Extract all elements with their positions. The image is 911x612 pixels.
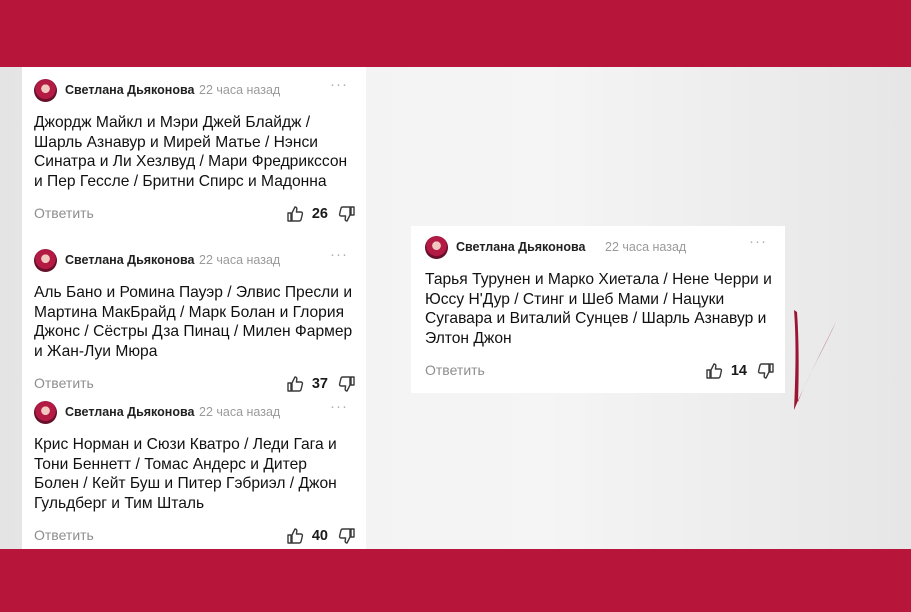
comment-footer: Ответить 37: [34, 372, 356, 396]
comment-text: Тарья Турунен и Марко Хиетала / Нене Чер…: [425, 271, 772, 348]
comment-text: Крис Норман и Сюзи Кватро / Леди Гага и …: [34, 436, 337, 513]
thumbs-down-icon[interactable]: [757, 362, 775, 380]
avatar[interactable]: [34, 249, 57, 272]
author-name[interactable]: Светлана Дьяконова: [456, 240, 585, 254]
avatar[interactable]: [425, 236, 448, 259]
reactions: 14: [705, 359, 775, 383]
thumbs-up-icon[interactable]: [286, 527, 304, 545]
comment-card-4: Светлана Дьяконова 22 часа назад ··· Тар…: [425, 233, 775, 383]
comment-header: Светлана Дьяконова 22 часа назад ···: [425, 233, 775, 262]
thumbs-down-icon[interactable]: [338, 527, 356, 545]
more-dots-icon[interactable]: ···: [330, 76, 348, 93]
comment-footer: Ответить 14: [425, 359, 775, 383]
comments-panel-left: Светлана Дьяконова 22 часа назад ··· Джо…: [22, 67, 366, 549]
author-name[interactable]: Светлана Дьяконова: [65, 83, 194, 97]
avatar[interactable]: [34, 79, 57, 102]
reply-button[interactable]: Ответить: [34, 527, 94, 543]
reactions: 26: [286, 202, 356, 226]
reply-button[interactable]: Ответить: [425, 362, 485, 378]
comment-text: Джордж Майкл и Мэри Джей Блайдж / Шарль …: [34, 114, 348, 191]
comment-card-1: Светлана Дьяконова 22 часа назад ··· Джо…: [34, 76, 356, 226]
comment-footer: Ответить 40: [34, 524, 356, 548]
comment-text: Аль Бано и Ромина Пауэр / Элвис Пресли и…: [34, 284, 353, 361]
comments-panel-right: Светлана Дьяконова 22 часа назад ··· Тар…: [411, 226, 785, 393]
reply-button[interactable]: Ответить: [34, 205, 94, 221]
comment-header: Светлана Дьяконова 22 часа назад ···: [34, 398, 356, 427]
top-red-band: [0, 0, 911, 67]
more-dots-icon[interactable]: ···: [749, 233, 767, 250]
thumbs-up-icon[interactable]: [705, 362, 723, 380]
comment-header: Светлана Дьяконова 22 часа назад ···: [34, 76, 356, 105]
more-dots-icon[interactable]: ···: [330, 246, 348, 263]
reply-button[interactable]: Ответить: [34, 375, 94, 391]
checkmark-icon: [794, 310, 836, 410]
comment-time: 22 часа назад: [199, 405, 281, 419]
like-count: 14: [730, 362, 747, 379]
reactions: 37: [286, 372, 356, 396]
comment-card-2: Светлана Дьяконова 22 часа назад ··· Аль…: [34, 246, 356, 396]
thumbs-down-icon[interactable]: [338, 205, 356, 223]
thumbs-down-icon[interactable]: [338, 375, 356, 393]
like-count: 37: [311, 375, 328, 392]
comment-footer: Ответить 26: [34, 202, 356, 226]
like-count: 40: [311, 527, 328, 544]
more-dots-icon[interactable]: ···: [330, 398, 348, 415]
thumbs-up-icon[interactable]: [286, 205, 304, 223]
comment-header: Светлана Дьяконова 22 часа назад ···: [34, 246, 356, 275]
author-name[interactable]: Светлана Дьяконова: [65, 405, 194, 419]
like-count: 26: [311, 205, 328, 222]
bottom-red-band: [0, 549, 911, 612]
author-name[interactable]: Светлана Дьяконова: [65, 253, 194, 267]
reactions: 40: [286, 524, 356, 548]
thumbs-up-icon[interactable]: [286, 375, 304, 393]
avatar[interactable]: [34, 401, 57, 424]
comment-card-3: Светлана Дьяконова 22 часа назад ··· Кри…: [34, 398, 356, 548]
comment-time: 22 часа назад: [605, 240, 687, 254]
comment-time: 22 часа назад: [199, 253, 281, 267]
comment-time: 22 часа назад: [199, 83, 281, 97]
